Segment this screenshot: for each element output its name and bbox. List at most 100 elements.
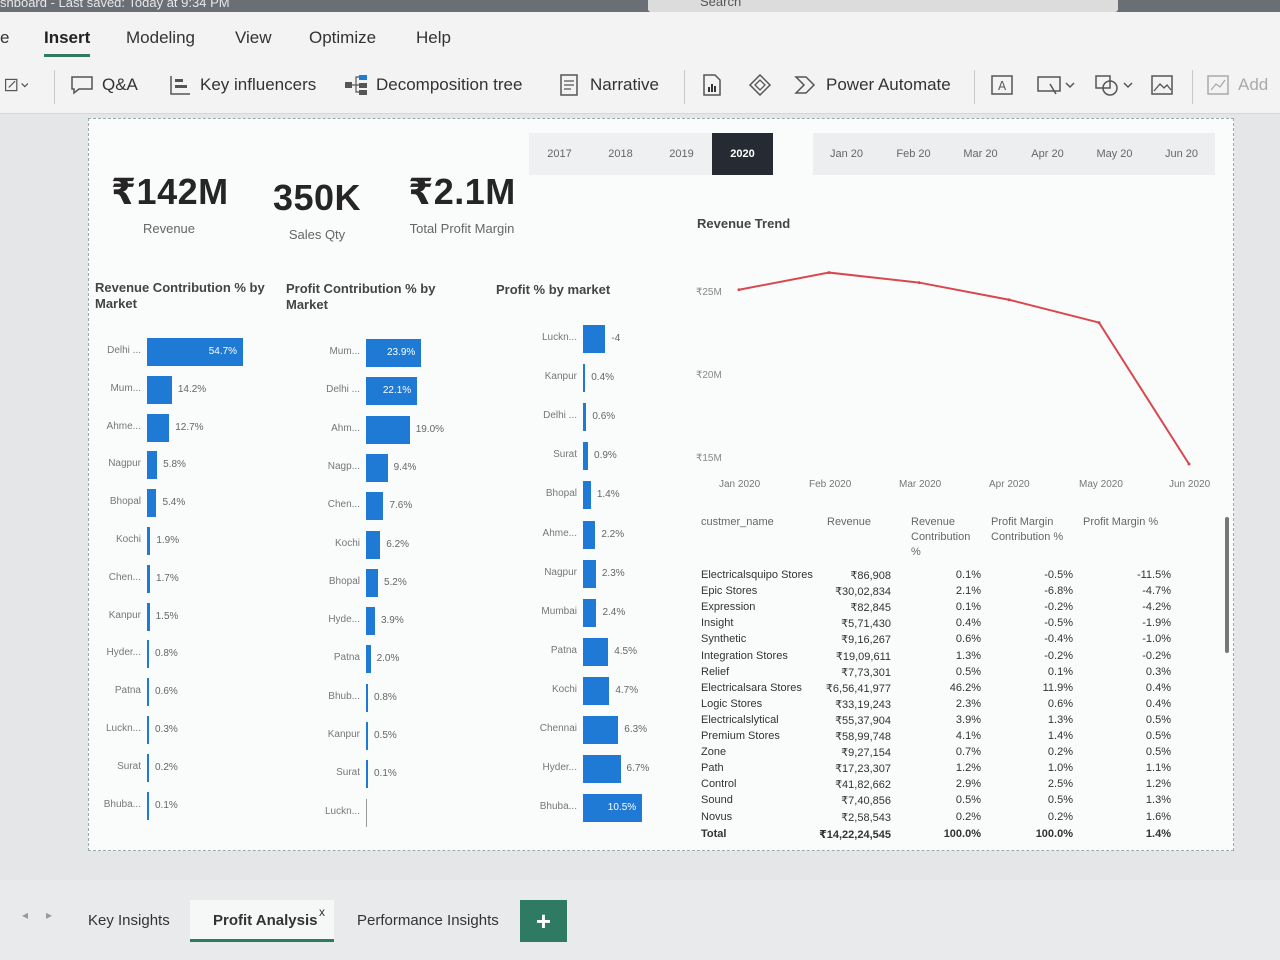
table-row[interactable]: Epic Stores ₹30,02,834 2.1% -6.8% -4.7% (701, 585, 1171, 601)
table-scrollbar[interactable] (1225, 517, 1229, 653)
table-row[interactable]: Novus ₹2,58,543 0.2% 0.2% 1.6% (701, 811, 1171, 827)
month-option[interactable]: Feb 20 (880, 133, 947, 175)
bar[interactable] (147, 753, 149, 782)
prev-page-icon[interactable]: ◂ (22, 908, 28, 922)
search-box[interactable]: Search (648, 0, 1118, 12)
trend-point[interactable] (737, 288, 741, 292)
table-row[interactable]: Electricalslytical ₹55,37,904 3.9% 1.3% 0.5% (701, 714, 1171, 730)
table-row[interactable]: Electricalsquipo Stores ₹86,908 0.1% -0.5% -… (701, 569, 1171, 585)
bar[interactable] (366, 453, 388, 482)
year-option-selected[interactable]: 2020 (712, 133, 773, 175)
table-row[interactable]: Path ₹17,23,307 1.2% 1.0% 1.1% (701, 762, 1171, 778)
bar[interactable] (583, 559, 596, 588)
tab-insert[interactable]: Insert (44, 28, 91, 57)
bar[interactable] (147, 413, 170, 442)
bar[interactable] (366, 568, 378, 597)
page-tab-profit-analysis[interactable]: Profit Analysis (213, 912, 317, 929)
col-header[interactable]: Profit Margin Contribution % (991, 515, 1075, 545)
bar[interactable] (147, 640, 149, 669)
next-page-icon[interactable]: ▸ (46, 908, 52, 922)
trend-point[interactable] (1097, 321, 1101, 325)
col-header[interactable]: Profit Margin % (1083, 515, 1158, 530)
table-row[interactable]: Control ₹41,82,662 2.9% 2.5% 1.2% (701, 778, 1171, 794)
table-row[interactable]: Logic Stores ₹33,19,243 2.3% 0.6% 0.4% (701, 698, 1171, 714)
col-header[interactable]: Revenue (827, 515, 871, 530)
year-option[interactable]: 2019 (651, 133, 712, 175)
month-option[interactable]: Apr 20 (1014, 133, 1081, 175)
close-tab-icon[interactable]: x (319, 905, 325, 919)
bar[interactable] (366, 607, 375, 636)
bar[interactable] (583, 325, 606, 353)
bar[interactable] (583, 755, 621, 784)
table-row[interactable]: Premium Stores ₹58,99,748 4.1% 1.4% 0.5% (701, 730, 1171, 746)
power-apps-button[interactable] (748, 74, 772, 96)
decomposition-tree-button[interactable]: Decomposition tree (344, 74, 522, 96)
trend-point[interactable] (917, 281, 921, 285)
col-header[interactable]: custmer_name (701, 515, 774, 530)
bar[interactable] (583, 403, 587, 432)
table-row[interactable]: Sound ₹7,40,856 0.5% 0.5% 1.3% (701, 794, 1171, 810)
tab-view[interactable]: View (235, 28, 272, 48)
month-option[interactable]: Mar 20 (947, 133, 1014, 175)
paginated-report-button[interactable] (700, 74, 724, 96)
trend-point[interactable] (1007, 298, 1011, 302)
new-visual-button[interactable] (4, 74, 28, 96)
month-option[interactable]: Jan 20 (813, 133, 880, 175)
bar[interactable] (147, 527, 151, 555)
bar[interactable] (583, 442, 589, 471)
table-row[interactable]: Relief ₹7,73,301 0.5% 0.1% 0.3% (701, 666, 1171, 682)
bar[interactable] (147, 602, 150, 631)
bar[interactable] (366, 415, 410, 444)
bar[interactable] (583, 676, 610, 705)
year-option[interactable]: 2017 (529, 133, 590, 175)
bar[interactable] (583, 520, 596, 549)
bar[interactable] (366, 530, 381, 559)
power-automate-button[interactable]: Power Automate (794, 74, 951, 96)
bar[interactable] (147, 564, 150, 593)
bar[interactable] (366, 492, 384, 521)
table-row[interactable]: Integration Stores ₹19,09,611 1.3% -0.2% -0.… (701, 650, 1171, 666)
narrative-button[interactable]: Narrative (558, 74, 659, 96)
bar[interactable] (583, 637, 609, 666)
bar[interactable] (583, 598, 597, 627)
text-box-button[interactable]: A (990, 74, 1014, 96)
bar[interactable] (366, 760, 368, 789)
tab-optimize[interactable]: Optimize (309, 28, 376, 48)
bar[interactable] (583, 364, 586, 393)
table-row[interactable]: Electricalsara Stores ₹6,56,41,977 46.2% 11… (701, 682, 1171, 698)
bar[interactable] (147, 716, 149, 744)
table-row[interactable]: Zone ₹9,27,154 0.7% 0.2% 0.5% (701, 746, 1171, 762)
qa-button[interactable]: Q&A (70, 74, 138, 96)
trend-point[interactable] (827, 271, 831, 275)
table-row[interactable]: Insight ₹5,71,430 0.4% -0.5% -1.9% (701, 617, 1171, 633)
trend-point[interactable] (1187, 462, 1191, 466)
tab-file[interactable]: e (0, 28, 9, 48)
bar[interactable] (147, 678, 149, 707)
add-page-button[interactable]: + (520, 900, 567, 942)
page-tab-key-insights[interactable]: Key Insights (88, 912, 170, 929)
col-header[interactable]: Revenue Contribution % (911, 515, 981, 560)
bar[interactable] (147, 375, 172, 404)
shapes-dropdown[interactable] (1094, 74, 1138, 96)
image-button[interactable] (1150, 74, 1174, 96)
bar[interactable] (366, 722, 368, 750)
trend-line[interactable] (738, 271, 1190, 465)
bar[interactable] (147, 451, 158, 480)
page-tab-performance-insights[interactable]: Performance Insights (357, 912, 499, 929)
tab-modeling[interactable]: Modeling (126, 28, 195, 48)
bar[interactable] (147, 791, 149, 820)
bar[interactable] (147, 489, 157, 518)
tab-help[interactable]: Help (416, 28, 451, 48)
table-row[interactable]: Expression ₹82,845 0.1% -0.2% -4.2% (701, 601, 1171, 617)
bar[interactable] (366, 683, 368, 712)
key-influencers-button[interactable]: Key influencers (168, 74, 316, 96)
add-button[interactable]: Add (1206, 74, 1268, 96)
bar[interactable] (583, 716, 619, 744)
year-option[interactable]: 2018 (590, 133, 651, 175)
month-option[interactable]: May 20 (1081, 133, 1148, 175)
bar[interactable] (366, 645, 371, 674)
bar[interactable] (583, 481, 591, 510)
buttons-dropdown[interactable] (1036, 74, 1080, 96)
table-row[interactable]: Synthetic ₹9,16,267 0.6% -0.4% -1.0% (701, 633, 1171, 649)
month-option[interactable]: Jun 20 (1148, 133, 1215, 175)
